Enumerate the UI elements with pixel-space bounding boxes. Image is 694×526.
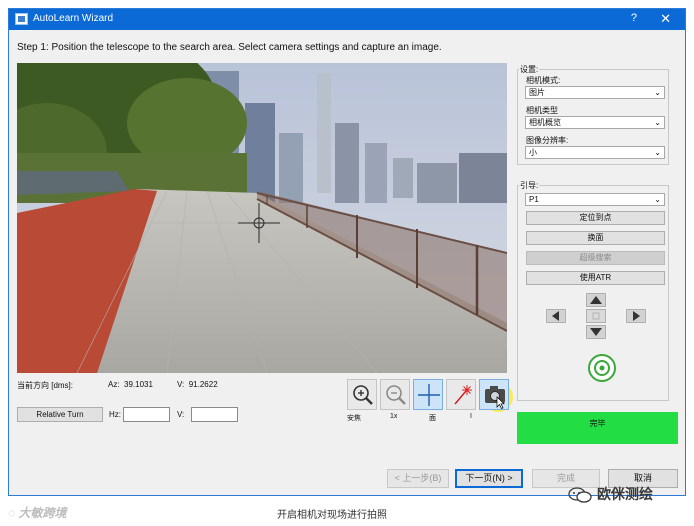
center-target-icon	[592, 312, 600, 320]
crosshair-button[interactable]	[413, 379, 443, 410]
camera-icon	[485, 386, 505, 409]
hz-label: Hz:	[109, 410, 121, 419]
move-up-button[interactable]	[586, 293, 606, 307]
v-value: 91.2622	[188, 380, 218, 389]
resolution-label: 图像分辨率:	[526, 136, 569, 145]
super-search-button[interactable]: 超级搜索	[526, 251, 665, 265]
camera-toolbar	[347, 379, 509, 410]
laser-icon	[454, 385, 472, 405]
wechat-icon	[568, 487, 592, 503]
point-value: P1	[529, 195, 539, 204]
zoom-in-button[interactable]	[347, 379, 377, 410]
autolearn-wizard-window: AutoLearn Wizard ? ✕ Step 1: Position th…	[8, 8, 686, 496]
watermark-left-text: 大敏跨境	[18, 506, 67, 520]
laser-pointer-button[interactable]	[446, 379, 476, 410]
triangle-down-icon	[590, 328, 602, 336]
chevron-down-icon: ⌄	[654, 195, 661, 204]
weibo-icon: ◌	[8, 506, 16, 520]
capture-image-button[interactable]	[479, 379, 509, 410]
done-status-panel: 完毕	[517, 412, 678, 444]
direction-label: 当前方向 [dms]:	[17, 381, 74, 390]
camera-type-label: 相机类型	[526, 106, 558, 115]
watermark-left: ◌ 大敏跨境	[8, 504, 67, 521]
relative-turn-button[interactable]: Relative Turn	[17, 407, 103, 422]
laser-caption: I	[470, 413, 472, 420]
crosshair-icon	[418, 384, 440, 406]
watermark-right-text: 欧侎测绘	[597, 486, 653, 502]
prev-button[interactable]: < 上一步(B)	[387, 469, 449, 488]
use-atr-button[interactable]: 使用ATR	[526, 271, 665, 285]
zoom-out-button[interactable]	[380, 379, 410, 410]
move-right-button[interactable]	[626, 309, 646, 323]
az-label: Az:	[108, 380, 120, 389]
zoom-out-icon	[386, 385, 406, 405]
settings-group-title: 设置:	[519, 64, 540, 75]
az-value: 39.1031	[124, 380, 153, 389]
guide-group-title: 引导:	[519, 180, 540, 191]
camera-mode-label: 相机模式:	[526, 76, 561, 85]
title-bar: AutoLearn Wizard ? ✕	[9, 9, 685, 30]
image-caption: 开启相机对现场进行拍照	[277, 510, 387, 521]
zoom-out-caption: 1x	[390, 413, 398, 420]
v-readout: V: 91.2622	[177, 380, 218, 389]
camera-mode-value: 图片	[529, 88, 545, 97]
next-button[interactable]: 下一页(N) >	[455, 469, 523, 488]
app-icon	[15, 13, 28, 25]
triangle-right-icon	[633, 311, 640, 321]
step-instruction: Step 1: Position the telescope to the se…	[17, 42, 442, 53]
resolution-select[interactable]: 小 ⌄	[525, 146, 665, 159]
camera-type-select[interactable]: 相机概览 ⌄	[525, 116, 665, 129]
v-input[interactable]	[191, 407, 238, 422]
watermark-right: 欧侎测绘	[567, 484, 653, 504]
chevron-down-icon: ⌄	[654, 88, 661, 97]
zoom-in-caption: 安焦	[347, 415, 361, 422]
chevron-down-icon: ⌄	[654, 148, 661, 157]
window-title: AutoLearn Wizard	[33, 13, 114, 24]
atr-target-icon[interactable]	[587, 353, 617, 383]
crosshair-caption: 面	[429, 415, 436, 422]
triangle-left-icon	[552, 311, 559, 321]
triangle-up-icon	[590, 296, 602, 304]
az-readout: Az: 39.1031	[108, 380, 153, 389]
help-button[interactable]: ?	[631, 12, 637, 24]
camera-mode-select[interactable]: 图片 ⌄	[525, 86, 665, 99]
chevron-down-icon: ⌄	[654, 118, 661, 127]
locate-to-point-button[interactable]: 定位到点	[526, 211, 665, 225]
move-left-button[interactable]	[546, 309, 566, 323]
change-face-button[interactable]: 换面	[526, 231, 665, 245]
camera-type-value: 相机概览	[529, 118, 561, 127]
turn-v-label: V:	[177, 410, 185, 419]
center-button[interactable]	[586, 309, 606, 323]
move-down-button[interactable]	[586, 325, 606, 339]
resolution-value: 小	[529, 148, 537, 157]
point-select[interactable]: P1 ⌄	[525, 193, 665, 206]
close-button[interactable]: ✕	[660, 11, 671, 27]
zoom-in-icon	[353, 385, 373, 405]
camera-image-view[interactable]	[17, 63, 507, 373]
hz-input[interactable]	[123, 407, 170, 422]
v-label: V:	[177, 380, 185, 389]
